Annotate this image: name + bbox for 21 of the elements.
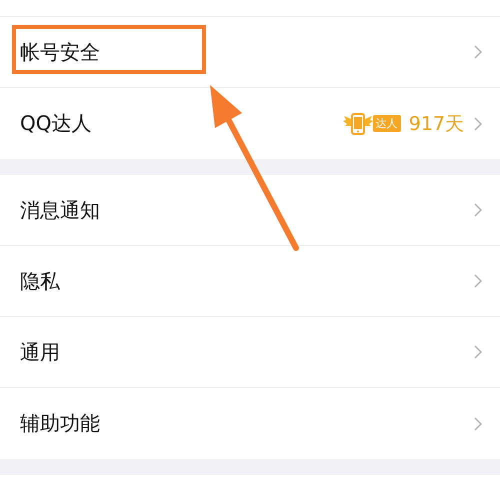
- chevron-icon: [474, 416, 482, 430]
- row-label: 消息通知: [20, 196, 100, 224]
- chevron-icon: [474, 345, 482, 359]
- chevron-icon: [474, 274, 482, 288]
- chevron-icon: [474, 116, 482, 130]
- settings-row[interactable]: 帐号安全: [0, 17, 500, 88]
- row-label: QQ达人: [20, 110, 92, 137]
- settings-row[interactable]: 隐私: [0, 246, 500, 317]
- row-label: 辅助功能: [20, 410, 100, 437]
- chevron-icon: [474, 45, 482, 59]
- settings-row[interactable]: 通用: [0, 317, 500, 388]
- settings-row[interactable]: 消息通知: [0, 175, 500, 246]
- row-label: 隐私: [20, 268, 60, 294]
- row-label: 帐号安全: [20, 38, 100, 66]
- phone-wings-icon: [342, 110, 373, 136]
- days-count: 917天: [408, 112, 464, 136]
- chevron-icon: [474, 203, 482, 217]
- row-label: 通用: [20, 338, 60, 366]
- badge-tag: 达人: [372, 115, 401, 132]
- settings-row[interactable]: QQ达人 达人 917天: [0, 88, 500, 159]
- settings-row[interactable]: 辅助功能: [0, 388, 500, 459]
